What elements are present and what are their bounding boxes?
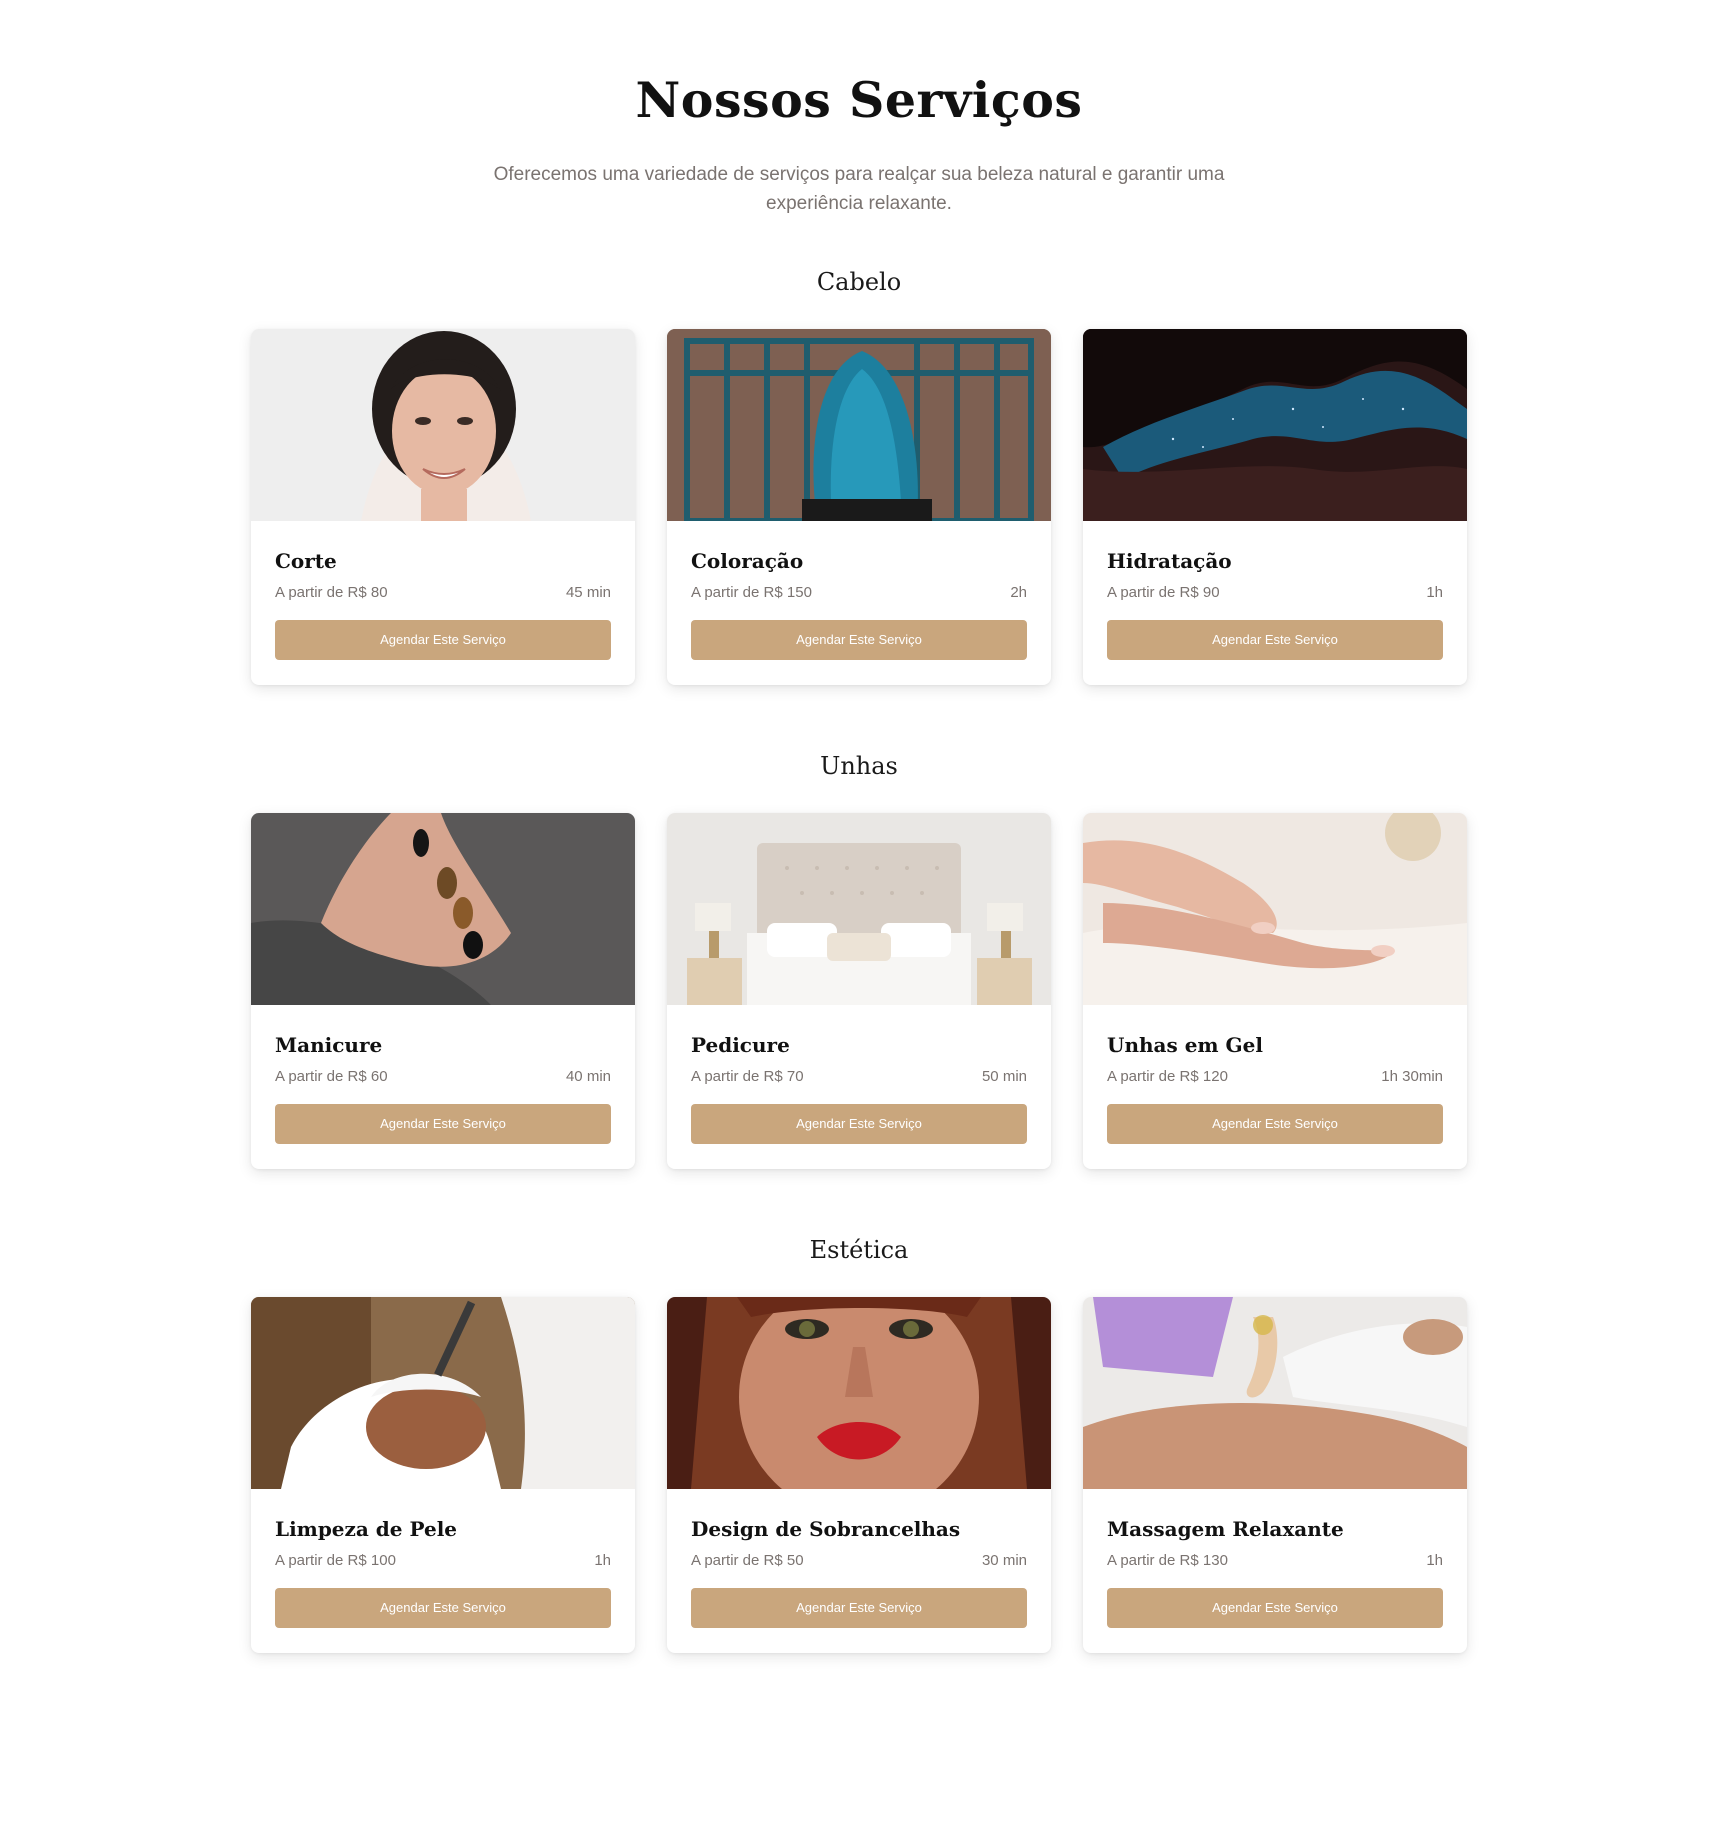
service-title: Hidratação	[1107, 549, 1232, 573]
book-service-button[interactable]: Agendar Este Serviço	[1107, 1104, 1443, 1144]
book-service-button[interactable]: Agendar Este Serviço	[275, 1588, 611, 1628]
service-duration: 1h	[594, 1552, 611, 1569]
service-meta: A partir de R$ 130 1h	[1107, 1551, 1443, 1571]
service-meta: A partir de R$ 90 1h	[1107, 583, 1443, 603]
service-meta: A partir de R$ 80 45 min	[275, 583, 611, 603]
service-card-coloracao: Coloração A partir de R$ 150 2h Agendar …	[667, 329, 1051, 685]
service-image-coloracao	[667, 329, 1051, 521]
service-card-limpeza-de-pele: Limpeza de Pele A partir de R$ 100 1h Ag…	[251, 1297, 635, 1653]
service-title: Coloração	[691, 549, 804, 573]
service-image-pedicure	[667, 813, 1051, 1005]
service-price: A partir de R$ 130	[1107, 1552, 1228, 1569]
service-duration: 1h 30min	[1381, 1068, 1443, 1085]
service-duration: 40 min	[565, 1068, 611, 1085]
service-duration: 1h	[1426, 1552, 1443, 1569]
service-price: A partir de R$ 150	[691, 584, 812, 601]
book-service-button[interactable]: Agendar Este Serviço	[275, 1104, 611, 1144]
book-service-button[interactable]: Agendar Este Serviço	[1107, 1588, 1443, 1628]
service-title: Design de Sobrancelhas	[691, 1517, 961, 1541]
service-card-massagem-relaxante: Massagem Relaxante A partir de R$ 130 1h…	[1083, 1297, 1467, 1653]
service-duration: 1h	[1426, 584, 1443, 601]
service-price: A partir de R$ 90	[1107, 584, 1220, 601]
service-card-design-de-sobrancelhas: Design de Sobrancelhas A partir de R$ 50…	[667, 1297, 1051, 1653]
service-price: A partir de R$ 60	[275, 1068, 388, 1085]
service-price: A partir de R$ 70	[691, 1068, 804, 1085]
service-duration: 45 min	[565, 584, 611, 601]
service-image-unhas-em-gel	[1083, 813, 1467, 1005]
service-image-massagem-relaxante	[1083, 1297, 1467, 1489]
service-image-corte	[251, 329, 635, 521]
book-service-button[interactable]: Agendar Este Serviço	[275, 620, 611, 660]
service-meta: A partir de R$ 60 40 min	[275, 1067, 611, 1087]
service-price: A partir de R$ 100	[275, 1552, 396, 1569]
book-service-button[interactable]: Agendar Este Serviço	[691, 620, 1027, 660]
service-image-design-de-sobrancelhas	[667, 1297, 1051, 1489]
service-card-unhas-em-gel: Unhas em Gel A partir de R$ 120 1h 30min…	[1083, 813, 1467, 1169]
service-price: A partir de R$ 50	[691, 1552, 804, 1569]
service-meta: A partir de R$ 100 1h	[275, 1551, 611, 1571]
service-image-limpeza-de-pele	[251, 1297, 635, 1489]
service-title: Pedicure	[691, 1033, 790, 1057]
service-meta: A partir de R$ 50 30 min	[691, 1551, 1027, 1571]
category-heading-estetica: Estética	[809, 1236, 909, 1264]
service-title: Limpeza de Pele	[275, 1517, 458, 1541]
service-duration: 2h	[1010, 584, 1027, 601]
service-card-manicure: Manicure A partir de R$ 60 40 min Agenda…	[251, 813, 635, 1169]
service-meta: A partir de R$ 70 50 min	[691, 1067, 1027, 1087]
service-duration: 50 min	[981, 1068, 1027, 1085]
book-service-button[interactable]: Agendar Este Serviço	[691, 1104, 1027, 1144]
page-intro: Oferecemos uma variedade de serviços par…	[493, 164, 1225, 214]
service-title: Corte	[275, 549, 337, 573]
category-heading-unhas: Unhas	[820, 752, 898, 780]
service-title: Unhas em Gel	[1107, 1033, 1263, 1057]
service-image-hidratacao	[1083, 329, 1467, 521]
service-card-pedicure: Pedicure A partir de R$ 70 50 min Agenda…	[667, 813, 1051, 1169]
category-heading-cabelo: Cabelo	[816, 268, 902, 296]
service-duration: 30 min	[981, 1552, 1027, 1569]
service-meta: A partir de R$ 150 2h	[691, 583, 1027, 603]
book-service-button[interactable]: Agendar Este Serviço	[691, 1588, 1027, 1628]
services-grid-unhas: Manicure A partir de R$ 60 40 min Agenda…	[251, 813, 1467, 1169]
services-grid-cabelo: Corte A partir de R$ 80 45 min Agendar E…	[251, 329, 1467, 685]
service-price: A partir de R$ 120	[1107, 1068, 1228, 1085]
service-image-manicure	[251, 813, 635, 1005]
services-grid-estetica: Limpeza de Pele A partir de R$ 100 1h Ag…	[251, 1297, 1467, 1653]
book-service-button[interactable]: Agendar Este Serviço	[1107, 620, 1443, 660]
page-title: Nossos Serviços	[635, 71, 1083, 129]
service-meta: A partir de R$ 120 1h 30min	[1107, 1067, 1443, 1087]
service-card-hidratacao: Hidratação A partir de R$ 90 1h Agendar …	[1083, 329, 1467, 685]
service-title: Manicure	[275, 1033, 383, 1057]
service-card-corte: Corte A partir de R$ 80 45 min Agendar E…	[251, 329, 635, 685]
service-title: Massagem Relaxante	[1107, 1517, 1344, 1541]
service-price: A partir de R$ 80	[275, 584, 388, 601]
